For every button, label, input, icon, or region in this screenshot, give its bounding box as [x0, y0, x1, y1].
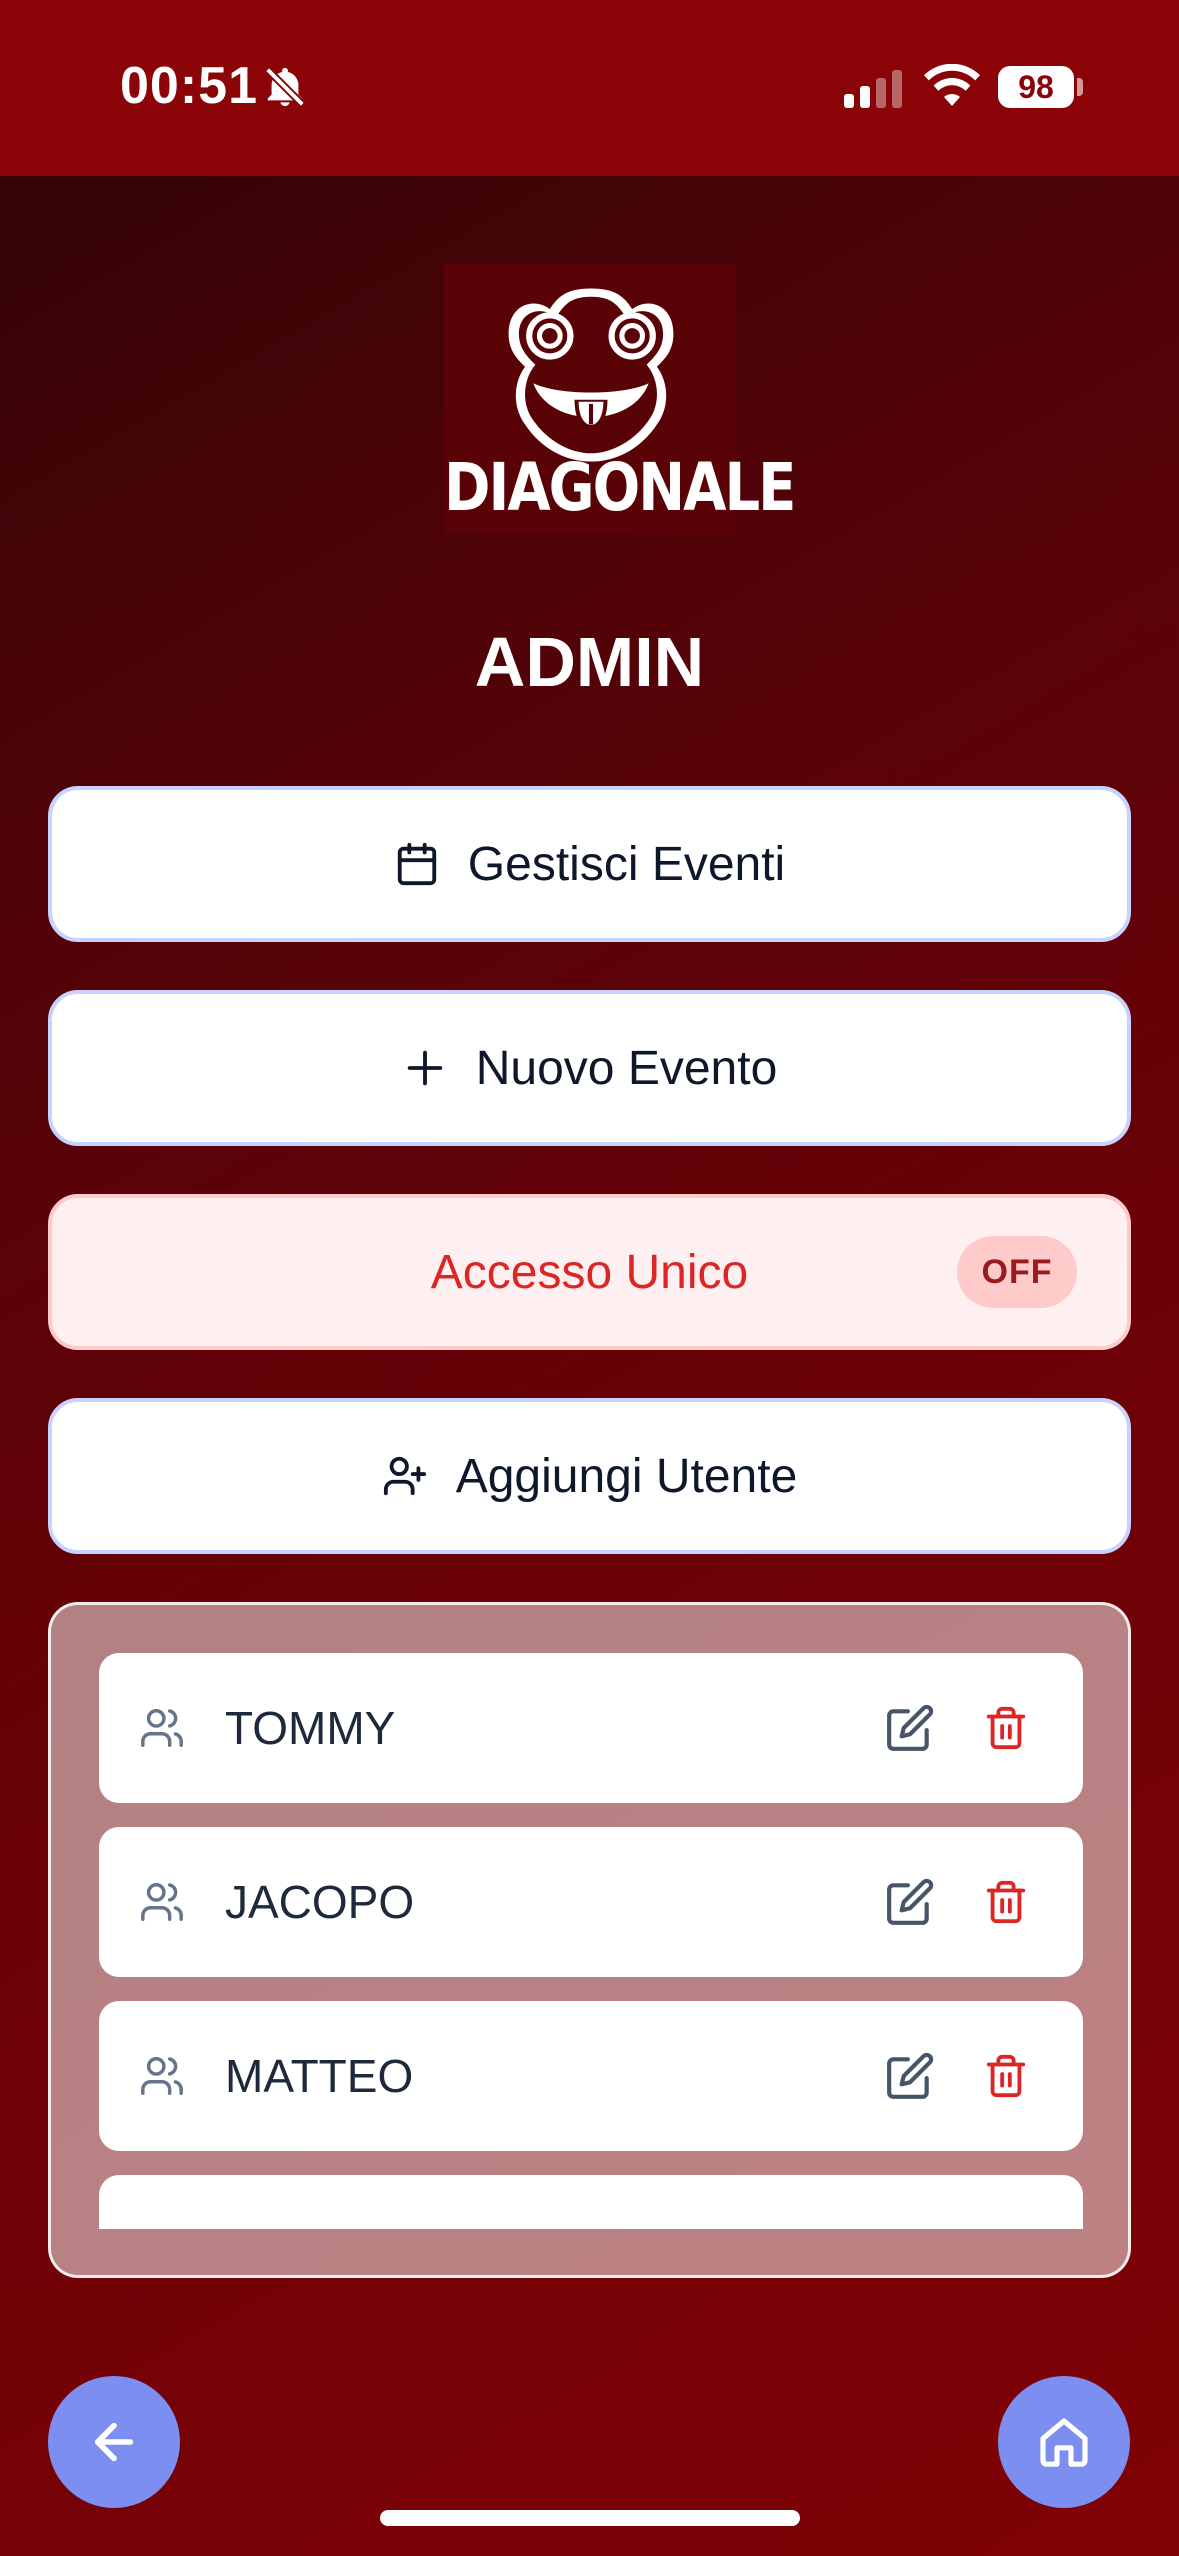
user-plus-icon: [383, 1456, 426, 1496]
edit-icon[interactable]: [885, 1877, 935, 1927]
frog-logo-icon: [508, 288, 674, 462]
trash-icon[interactable]: [983, 1877, 1029, 1927]
new-event-button[interactable]: Nuovo Evento: [48, 990, 1131, 1146]
page-title: ADMIN: [474, 623, 705, 701]
signal-icon: [844, 70, 902, 108]
user-row: MATTEO: [99, 2001, 1083, 2151]
edit-icon[interactable]: [885, 1703, 935, 1753]
home-button[interactable]: [998, 2376, 1130, 2508]
manage-events-button[interactable]: Gestisci Eventi: [48, 786, 1131, 942]
edit-icon[interactable]: [885, 2051, 935, 2101]
logo-text: DIAGONALE: [444, 449, 796, 527]
users-icon: [141, 2057, 183, 2095]
bell-slash-icon: [265, 67, 305, 107]
user-name: MATTEO: [225, 2050, 414, 2102]
calendar-icon: [397, 842, 436, 886]
user-name: JACOPO: [225, 1876, 415, 1928]
users-icon: [141, 1883, 183, 1921]
home-icon: [1040, 2418, 1088, 2467]
user-list[interactable]: TOMMY JACOPO MATTEO: [99, 1653, 1083, 2229]
user-list-panel: TOMMY JACOPO MATTEO: [48, 1602, 1131, 2278]
single-access-label: Accesso Unico: [430, 1245, 749, 1299]
manage-events-label: Gestisci Eventi: [467, 837, 786, 891]
wifi-icon: [924, 64, 980, 106]
arrow-left-icon: [94, 2422, 134, 2462]
user-row: [99, 2175, 1083, 2229]
single-access-toggle[interactable]: Accesso Unico OFF: [48, 1194, 1131, 1350]
add-user-button[interactable]: Aggiungi Utente: [48, 1398, 1131, 1554]
home-indicator[interactable]: [380, 2510, 800, 2526]
users-icon: [141, 1709, 183, 1747]
plus-icon: [407, 1050, 442, 1086]
app-screen: 00:51 98 DIAGONALE ADMIN Gestisci Eventi…: [0, 0, 1179, 2556]
battery-indicator: 98: [998, 66, 1074, 108]
add-user-label: Aggiungi Utente: [455, 1449, 798, 1503]
toggle-state-badge: OFF: [957, 1236, 1077, 1308]
trash-icon[interactable]: [983, 2051, 1029, 2101]
user-row: JACOPO: [99, 1827, 1083, 1977]
user-row: TOMMY: [99, 1653, 1083, 1803]
status-bar: 00:51 98: [0, 0, 1179, 176]
user-name: TOMMY: [225, 1702, 396, 1754]
status-time: 00:51: [120, 57, 258, 115]
trash-icon[interactable]: [983, 1703, 1029, 1753]
back-button[interactable]: [48, 2376, 180, 2508]
battery-cap: [1077, 78, 1083, 96]
new-event-label: Nuovo Evento: [475, 1041, 778, 1095]
